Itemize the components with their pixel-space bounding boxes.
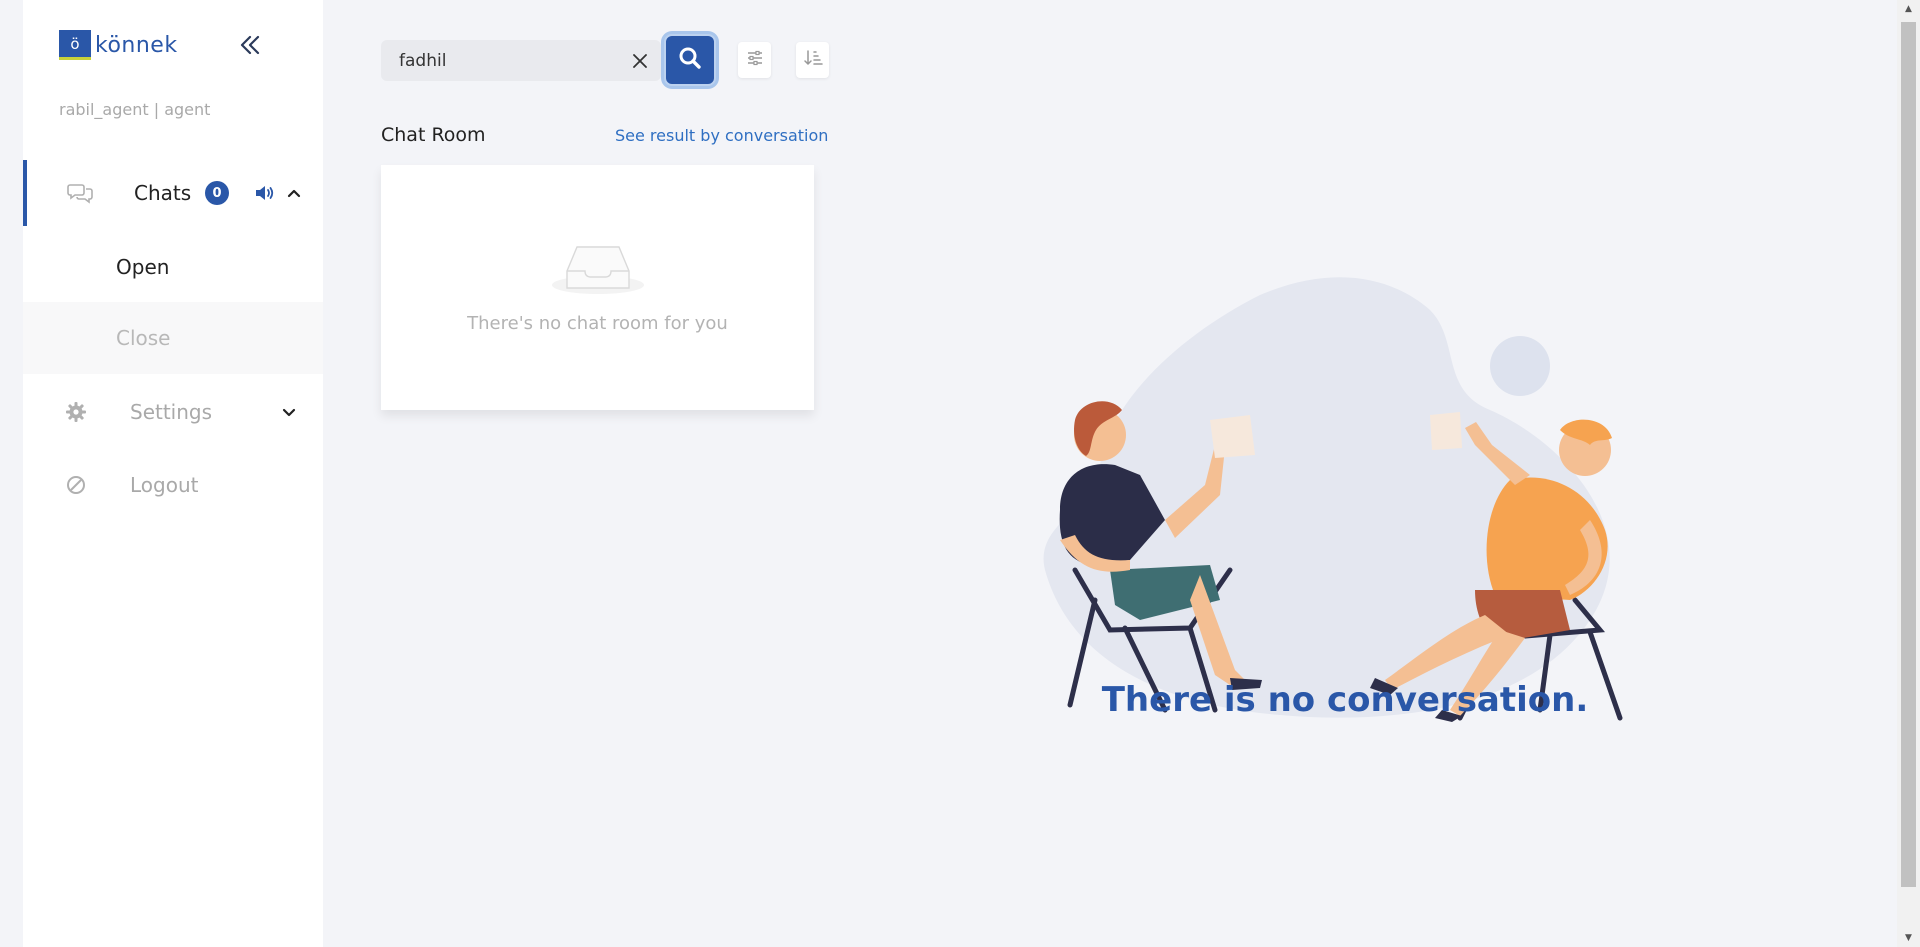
no-conversation-message: There is no conversation. — [1101, 680, 1589, 720]
sidebar-item-label: Settings — [130, 400, 213, 424]
sidebar-item-logout[interactable]: Logout — [23, 455, 323, 515]
logo-mark: ö — [59, 30, 91, 60]
empty-chat-room-card: There's no chat room for you — [381, 165, 814, 410]
see-result-by-conversation-link[interactable]: See result by conversation — [615, 126, 828, 145]
search-icon — [677, 45, 703, 75]
gear-icon — [63, 399, 89, 425]
logo: ö könnek — [59, 30, 178, 60]
chat-bubbles-icon — [67, 180, 93, 206]
sidebar-subitem-close[interactable]: Close — [23, 302, 323, 374]
collapse-sidebar-icon[interactable] — [236, 30, 266, 60]
sidebar-subitem-label: Open — [116, 254, 170, 279]
empty-conversation-illustration — [1030, 270, 1670, 740]
sort-icon — [803, 48, 823, 72]
scrollbar[interactable]: ▲ ▼ — [1897, 0, 1920, 947]
sidebar-item-settings[interactable]: Settings — [23, 382, 323, 442]
sliders-icon — [746, 49, 764, 71]
brand-name: könnek — [95, 32, 178, 58]
search-input[interactable] — [399, 40, 619, 81]
chevron-up-icon[interactable] — [284, 183, 304, 203]
sidebar-item-chats[interactable]: Chats 0 — [23, 160, 323, 226]
chats-count-badge: 0 — [205, 181, 229, 205]
section-title: Chat Room — [381, 124, 486, 146]
search-button[interactable] — [664, 34, 716, 86]
scroll-up-arrow-icon[interactable]: ▲ — [1897, 0, 1920, 18]
filter-button[interactable] — [738, 42, 771, 78]
scroll-down-arrow-icon[interactable]: ▼ — [1897, 929, 1920, 947]
sidebar-item-label: Chats — [134, 181, 192, 205]
sidebar-subitem-open[interactable]: Open — [23, 237, 323, 296]
inbox-empty-icon — [551, 233, 645, 299]
empty-chat-room-message: There's no chat room for you — [467, 313, 728, 334]
scrollbar-thumb[interactable] — [1901, 22, 1916, 887]
sort-button[interactable] — [796, 42, 829, 78]
sidebar-item-label: Logout — [130, 473, 199, 497]
search-box — [381, 40, 661, 81]
sidebar-subitem-label: Close — [116, 326, 171, 350]
sidebar: ö könnek rabil_agent | agent Chats 0 Ope… — [23, 0, 323, 947]
clear-search-icon[interactable] — [629, 50, 651, 72]
speaker-icon[interactable] — [253, 181, 277, 205]
logout-icon — [63, 472, 89, 498]
chevron-down-icon[interactable] — [279, 402, 299, 422]
user-info: rabil_agent | agent — [59, 100, 211, 119]
